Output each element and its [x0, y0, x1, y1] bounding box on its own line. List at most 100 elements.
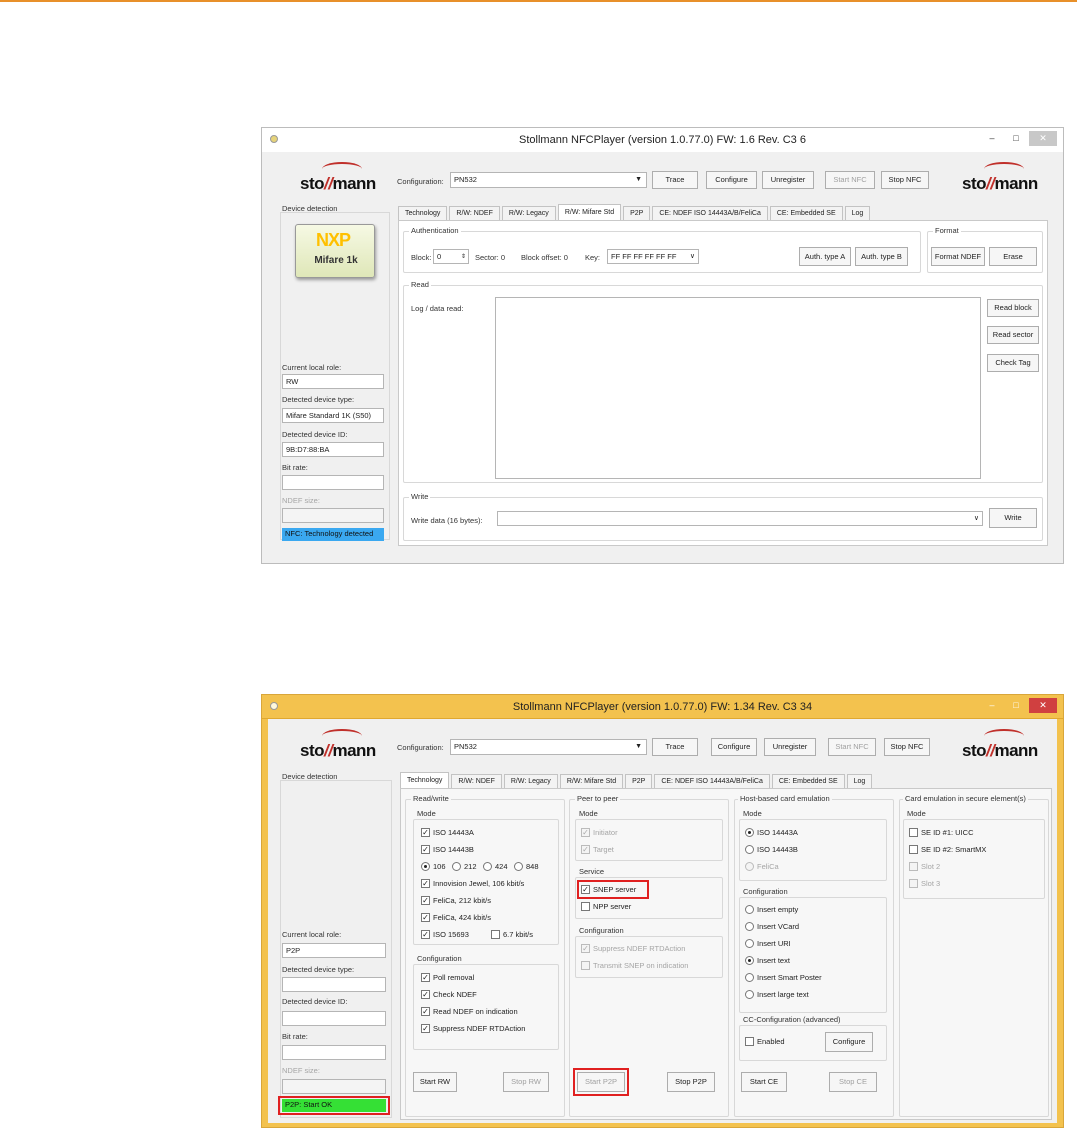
npp-server-checkbox[interactable]: NPP server	[581, 902, 631, 911]
erase-button[interactable]: Erase	[989, 247, 1037, 266]
felica-212-checkbox[interactable]: ✓ FeliCa, 212 kbit/s	[421, 896, 491, 905]
stop-nfc-button[interactable]: Stop NFC	[884, 738, 930, 756]
start-ce-button[interactable]: Start CE	[741, 1072, 787, 1092]
tab-log[interactable]: Log	[844, 206, 871, 220]
auth-type-b-button[interactable]: Auth. type B	[855, 247, 908, 266]
stepper-arrows-icon[interactable]: ⇕	[461, 250, 466, 263]
nxp-logo: NXP	[316, 230, 351, 250]
initiator-checkbox[interactable]: ✓ Initiator	[581, 828, 618, 837]
iso14443b-checkbox[interactable]: ✓ ISO 14443B	[421, 845, 474, 854]
hce-iso14443a-radio[interactable]: ISO 14443A	[745, 828, 798, 837]
write-data-input[interactable]: ∨	[497, 511, 983, 526]
check-tag-button[interactable]: Check Tag	[987, 354, 1039, 372]
rate-106-radio[interactable]: 106	[421, 862, 446, 871]
write-title: Write	[409, 492, 431, 501]
rate-6-7-checkbox[interactable]: 6.7 kbit/s	[491, 930, 533, 939]
tab-ce-ndef[interactable]: CE: NDEF ISO 14443A/B/FeliCa	[654, 774, 770, 788]
hce-iso14443b-radio[interactable]: ISO 14443B	[745, 845, 798, 854]
ndef-size-label: NDEF size:	[282, 1066, 320, 1075]
log-data-read-area[interactable]	[495, 297, 981, 479]
p2p-suppress-checkbox[interactable]: ✓ Suppress NDEF RTDAction	[581, 944, 685, 953]
rate-212-radio[interactable]: 212	[452, 862, 477, 871]
configuration-label: Configuration:	[397, 743, 444, 752]
cc-configure-button[interactable]: Configure	[825, 1032, 873, 1052]
radio-icon	[745, 905, 754, 914]
block-stepper[interactable]: 0 ⇕	[433, 249, 469, 264]
configure-button[interactable]: Configure	[706, 171, 757, 189]
tab-rw-mifare-std[interactable]: R/W: Mifare Std	[559, 774, 624, 788]
insert-text-label: Insert text	[757, 956, 790, 965]
read-block-button[interactable]: Read block	[987, 299, 1039, 317]
tab-log[interactable]: Log	[846, 774, 873, 788]
insert-uri-radio[interactable]: Insert URI	[745, 939, 791, 948]
device-type-label: Detected device type:	[282, 395, 355, 404]
close-icon[interactable]: ✕	[1029, 131, 1057, 146]
jewel-checkbox[interactable]: ✓ Innovision Jewel, 106 kbit/s	[421, 879, 524, 888]
slot-2-checkbox[interactable]: Slot 2	[909, 862, 940, 871]
tab-ce-ndef[interactable]: CE: NDEF ISO 14443A/B/FeliCa	[652, 206, 768, 220]
format-ndef-button[interactable]: Format NDEF	[931, 247, 985, 266]
cc-enabled-checkbox[interactable]: Enabled	[745, 1037, 785, 1046]
trace-button[interactable]: Trace	[652, 171, 698, 189]
rate-424-radio[interactable]: 424	[483, 862, 508, 871]
se-smartmx-label: SE ID #2: SmartMX	[921, 845, 987, 854]
stop-nfc-button[interactable]: Stop NFC	[881, 171, 929, 189]
tab-rw-ndef[interactable]: R/W: NDEF	[451, 774, 502, 788]
p2p-mode-group	[575, 819, 723, 861]
felica-424-checkbox[interactable]: ✓ FeliCa, 424 kbit/s	[421, 913, 491, 922]
tab-rw-ndef[interactable]: R/W: NDEF	[449, 206, 500, 220]
unregister-button[interactable]: Unregister	[764, 738, 816, 756]
write-button[interactable]: Write	[989, 508, 1037, 528]
insert-empty-radio[interactable]: Insert empty	[745, 905, 798, 914]
device-type-field	[282, 977, 386, 992]
insert-large-text-radio[interactable]: Insert large text	[745, 990, 809, 999]
chevron-down-icon: ▼	[635, 743, 642, 750]
target-checkbox[interactable]: ✓ Target	[581, 845, 614, 854]
configuration-select[interactable]: PN532 ▼	[450, 739, 647, 755]
key-select[interactable]: FF FF FF FF FF FF ∨	[607, 249, 699, 264]
configuration-select[interactable]: PN532 ▼	[450, 172, 647, 188]
tab-p2p[interactable]: P2P	[625, 774, 653, 788]
stop-p2p-button[interactable]: Stop P2P	[667, 1072, 715, 1092]
tab-technology[interactable]: Technology	[400, 772, 450, 788]
slot-3-checkbox[interactable]: Slot 3	[909, 879, 940, 888]
tab-ce-embedded-se[interactable]: CE: Embedded SE	[771, 774, 845, 788]
iso14443a-checkbox[interactable]: ✓ ISO 14443A	[421, 828, 474, 837]
start-rw-button[interactable]: Start RW	[413, 1072, 457, 1092]
hce-felica-radio[interactable]: FeliCa	[745, 862, 779, 871]
checkbox-icon: ✓	[421, 990, 430, 999]
stop-ce-button[interactable]: Stop CE	[829, 1072, 877, 1092]
rw-suppress-checkbox[interactable]: ✓ Suppress NDEF RTDAction	[421, 1024, 525, 1033]
insert-smart-poster-radio[interactable]: Insert Smart Poster	[745, 973, 822, 982]
minimize-icon[interactable]: –	[981, 698, 1003, 713]
tab-rw-legacy[interactable]: R/W: Legacy	[501, 206, 556, 220]
start-nfc-button[interactable]: Start NFC	[828, 738, 876, 756]
iso15693-checkbox[interactable]: ✓ ISO 15693	[421, 930, 469, 939]
poll-removal-checkbox[interactable]: ✓ Poll removal	[421, 973, 474, 982]
rate-848-radio[interactable]: 848	[514, 862, 539, 871]
close-icon[interactable]: ✕	[1029, 698, 1057, 713]
se-smartmx-checkbox[interactable]: SE ID #2: SmartMX	[909, 845, 986, 854]
read-sector-button[interactable]: Read sector	[987, 326, 1039, 344]
minimize-icon[interactable]: –	[981, 131, 1003, 146]
tab-rw-mifare-std[interactable]: R/W: Mifare Std	[557, 204, 622, 220]
unregister-button[interactable]: Unregister	[762, 171, 814, 189]
insert-text-radio[interactable]: Insert text	[745, 956, 790, 965]
trace-button[interactable]: Trace	[652, 738, 698, 756]
stop-rw-button[interactable]: Stop RW	[503, 1072, 549, 1092]
tab-ce-embedded-se[interactable]: CE: Embedded SE	[769, 206, 843, 220]
transmit-snep-checkbox[interactable]: Transmit SNEP on indication	[581, 961, 688, 970]
tab-rw-legacy[interactable]: R/W: Legacy	[503, 774, 558, 788]
se-uicc-checkbox[interactable]: SE ID #1: UICC	[909, 828, 974, 837]
check-ndef-checkbox[interactable]: ✓ Check NDEF	[421, 990, 477, 999]
tab-p2p[interactable]: P2P	[623, 206, 651, 220]
maximize-icon[interactable]: □	[1005, 131, 1027, 146]
read-ndef-checkbox[interactable]: ✓ Read NDEF on indication	[421, 1007, 518, 1016]
start-nfc-button[interactable]: Start NFC	[825, 171, 875, 189]
device-id-field: 9B:D7:88:BA	[282, 442, 384, 457]
tab-technology[interactable]: Technology	[398, 206, 448, 220]
maximize-icon[interactable]: □	[1005, 698, 1027, 713]
auth-type-a-button[interactable]: Auth. type A	[799, 247, 851, 266]
configure-button[interactable]: Configure	[711, 738, 757, 756]
insert-vcard-radio[interactable]: Insert VCard	[745, 922, 799, 931]
